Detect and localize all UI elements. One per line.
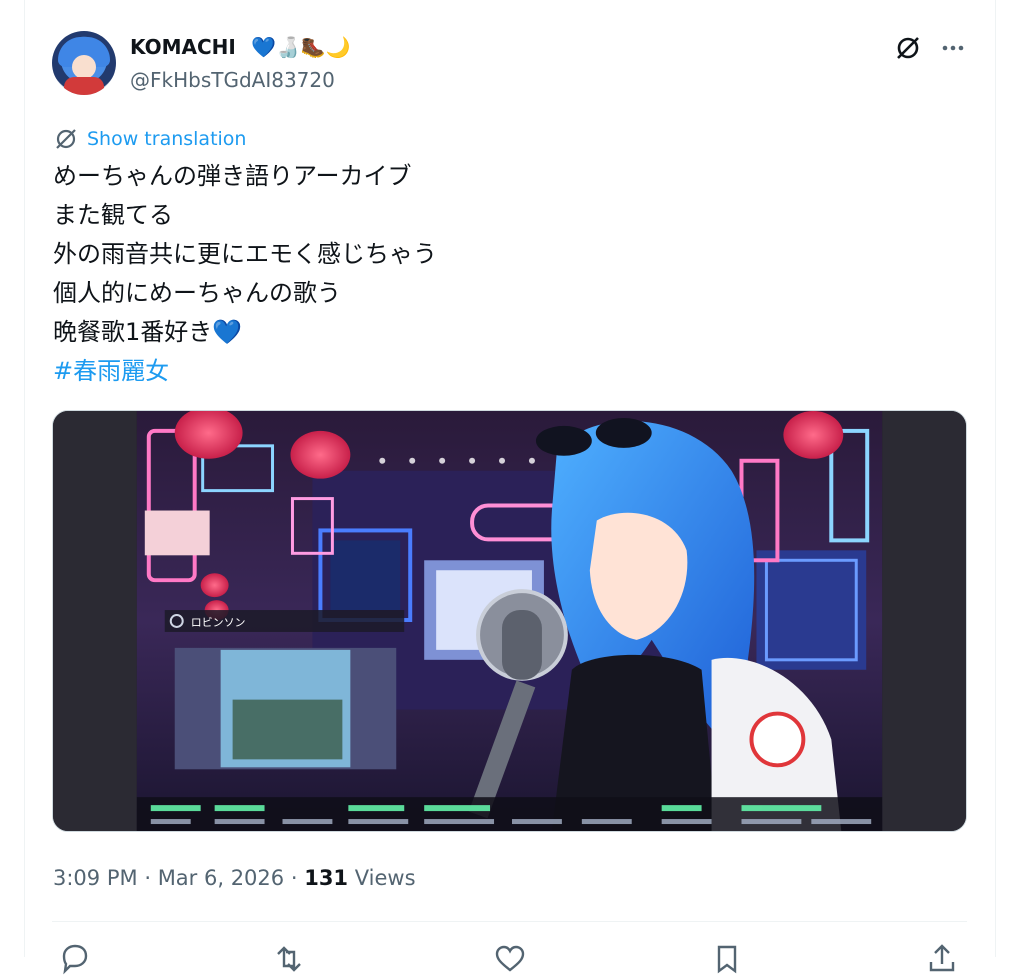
blue-heart-emoji: 💙	[212, 318, 243, 346]
display-name[interactable]: KOMACHI	[130, 34, 236, 60]
avatar[interactable]	[52, 31, 116, 95]
media-overlay-label: ロビンソン	[191, 616, 246, 629]
meta-separator: ·	[144, 866, 151, 890]
divider	[52, 921, 967, 922]
like-icon[interactable]	[493, 942, 527, 976]
share-icon[interactable]	[925, 942, 959, 976]
tweet-line: また観てる	[53, 201, 173, 229]
more-icon[interactable]	[938, 33, 968, 63]
reply-icon[interactable]	[58, 942, 92, 976]
tweet-meta: 3:09 PM · Mar 6, 2026 · 131 Views	[53, 863, 416, 893]
tweet-line: 個人的にめーちゃんの歌う	[53, 279, 341, 307]
views-count: 131	[304, 866, 349, 890]
show-translation-button[interactable]: Show translation	[53, 126, 246, 152]
show-translation-label: Show translation	[87, 128, 247, 150]
translate-icon	[56, 129, 76, 149]
tweet-media-image[interactable]: ロビンソン	[52, 410, 967, 832]
tweet-time[interactable]: 3:09 PM	[53, 866, 138, 890]
bookmark-icon[interactable]	[710, 942, 744, 976]
user-handle[interactable]: @FkHbsTGdAI83720	[130, 67, 335, 93]
tweet-text: めーちゃんの弾き語りアーカイブ また観てる 外の雨音共に更にエモく感じちゃう 個…	[53, 157, 953, 391]
tweet-line-5: 晩餐歌1番好き💙	[53, 313, 953, 352]
display-name-emojis: 💙🍶🥾🌙	[251, 35, 351, 59]
hashtag-link[interactable]: #春雨麗女	[53, 357, 169, 385]
retweet-icon[interactable]	[272, 942, 306, 976]
tweet-date[interactable]: Mar 6, 2026	[158, 866, 284, 890]
views-label: Views	[354, 866, 416, 890]
tweet-line: 晩餐歌1番好き	[53, 318, 213, 346]
tweet-line: めーちゃんの弾き語りアーカイブ	[53, 162, 412, 190]
tweet-line: 外の雨音共に更にエモく感じちゃう	[53, 240, 437, 268]
meta-separator: ·	[290, 866, 298, 890]
grok-icon[interactable]	[893, 33, 923, 63]
